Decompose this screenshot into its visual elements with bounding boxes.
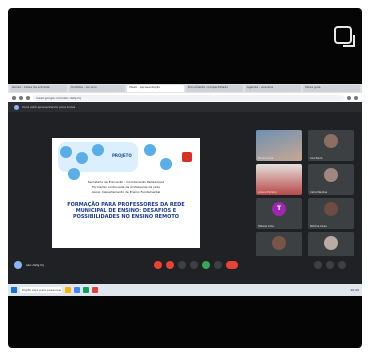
participant-tile[interactable]: Patrícia Alves (308, 198, 354, 229)
taskbar-clock: 10:42 (350, 288, 359, 292)
end-call-button[interactable] (226, 261, 238, 269)
participant-tile[interactable]: Carla Mendes (308, 164, 354, 195)
slide-title: PROJETO (112, 153, 132, 158)
windows-taskbar: Digite aqui para pesquisar 10:42 (8, 284, 362, 296)
presenting-banner: Você está apresentando para todos (8, 102, 362, 112)
url-input[interactable]: meet.google.com/abc-defg-hij (33, 94, 344, 101)
windows-start-icon[interactable] (11, 287, 17, 293)
browser-tab[interactable]: Gmail - Caixa de entrada (10, 85, 67, 92)
photo-frame: Gmail - Caixa de entrada YouTube - Ao vi… (8, 8, 362, 348)
slide-bubble (92, 144, 104, 156)
slide-text-line: Apoio: Departamento de Ensino Fundamenta… (91, 190, 161, 193)
reload-icon[interactable] (26, 95, 30, 100)
participant-name: Patrícia Alves (310, 225, 327, 228)
slide-bubble (60, 146, 72, 158)
slide-bubble (160, 158, 172, 170)
browser-tab[interactable]: YouTube - Ao vivo (68, 85, 126, 92)
monitor-screen: Gmail - Caixa de entrada YouTube - Ao vi… (8, 84, 362, 296)
people-icon[interactable] (326, 261, 334, 269)
browser-tabbar: Gmail - Caixa de entrada YouTube - Ao vi… (8, 84, 362, 93)
captions-icon[interactable] (178, 261, 186, 269)
slide-bubble (68, 168, 80, 180)
participant-avatar (324, 236, 338, 250)
chrome-icon[interactable] (74, 287, 80, 293)
participant-avatar (272, 236, 286, 250)
participant-tile[interactable]: Maria Souza (256, 130, 302, 161)
meet-controls-bar: abc-defg-hij (8, 256, 362, 274)
participant-tile[interactable]: T Tatiane Lima (256, 198, 302, 229)
participant-name: Carla Mendes (310, 191, 328, 194)
participant-name: Ana Paula (310, 157, 323, 160)
app-icon[interactable] (92, 287, 98, 293)
meeting-avatar-icon (14, 261, 22, 269)
mic-off-icon[interactable] (154, 261, 162, 269)
meeting-code: abc-defg-hij (26, 263, 44, 267)
app-icon[interactable] (83, 287, 89, 293)
slide-text-line: Secretaria de Educação - Coordenação Ped… (87, 180, 165, 183)
slide-heading: FORMAÇÃO PARA PROFESSORES DA REDE MUNICI… (67, 202, 185, 220)
present-screen-icon[interactable] (202, 261, 210, 269)
more-options-icon[interactable] (214, 261, 222, 269)
slide-logo (182, 152, 192, 162)
forward-icon[interactable] (19, 95, 23, 100)
profile-icon[interactable] (354, 95, 358, 100)
info-icon[interactable] (314, 261, 322, 269)
slide-bubble (76, 152, 88, 164)
presenting-icon (14, 104, 19, 110)
participant-avatar (324, 134, 338, 148)
presenting-label: Você está apresentando para todos (22, 105, 76, 109)
participant-name: Maria Souza (258, 157, 274, 160)
browser-tab[interactable]: Documento compartilhado (186, 85, 243, 92)
participant-tile[interactable]: Juliana Ferreira (256, 164, 302, 195)
participant-name: Tatiane Lima (258, 225, 274, 228)
participant-name: Juliana Ferreira (258, 191, 277, 194)
browser-tab[interactable]: Nova guia (303, 85, 361, 92)
participant-tile[interactable]: Ana Paula (308, 130, 354, 161)
shared-slide: PROJETO Secretaria de Educação - Coorden… (52, 138, 200, 248)
camera-off-icon[interactable] (166, 261, 174, 269)
slide-text-line: Formação continuada de professores da re… (92, 185, 160, 188)
address-bar: meet.google.com/abc-defg-hij (8, 93, 362, 102)
slide-bubble (144, 144, 156, 156)
extension-icon[interactable] (347, 95, 351, 100)
browser-tab-active[interactable]: Meet - apresentação (127, 85, 185, 92)
taskbar-search-input[interactable]: Digite aqui para pesquisar (20, 287, 62, 293)
file-explorer-icon[interactable] (65, 287, 71, 293)
participant-avatar (324, 202, 338, 216)
participant-avatar: T (272, 202, 286, 216)
copy-icon[interactable] (334, 26, 355, 47)
back-icon[interactable] (12, 95, 16, 100)
chat-icon[interactable] (338, 261, 346, 269)
browser-tab[interactable]: Agenda - eventos (244, 85, 302, 92)
participant-avatar (324, 168, 338, 182)
raise-hand-icon[interactable] (190, 261, 198, 269)
